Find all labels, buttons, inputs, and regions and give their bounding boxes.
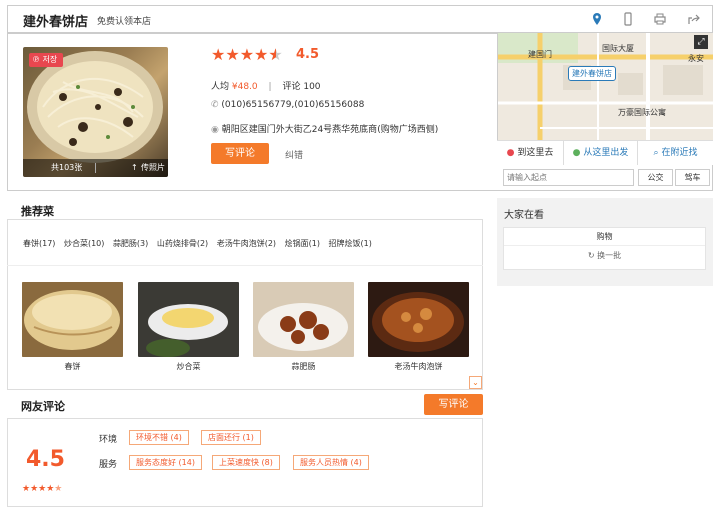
- chevron-down-icon[interactable]: ⌄: [469, 376, 482, 389]
- dish-tag[interactable]: 蒜肥肠(3): [113, 239, 148, 248]
- photo-bar: 共103张 ↑ 传照片: [23, 159, 168, 177]
- service-tag[interactable]: 服务态度好 (14): [129, 455, 202, 470]
- tab-nearby[interactable]: ⌕ 在附近找: [637, 141, 713, 165]
- service-label: 服务: [99, 460, 118, 470]
- dish-tag[interactable]: 炒合菜(10): [64, 239, 104, 248]
- phone-icon[interactable]: [621, 12, 635, 26]
- map-label: 永安: [688, 54, 704, 63]
- env-tag[interactable]: 环境不错 (4): [129, 430, 189, 445]
- dish-tag[interactable]: 山药烧排骨(2): [157, 239, 208, 248]
- save-badge[interactable]: ℗ 저장: [29, 53, 63, 67]
- address: 朝阳区建国门外大街乙24号燕华苑底商(购物广场西侧): [221, 125, 439, 135]
- photo-count[interactable]: 共103张: [51, 159, 82, 177]
- map-tabs: ● 到这里去 ● 从这里出发 ⌕ 在附近找: [497, 140, 713, 165]
- refresh-button[interactable]: ↻ 换一批: [504, 250, 705, 261]
- claim-shop-link[interactable]: 免费认领本店: [97, 14, 151, 27]
- map-label: 国际大厦: [602, 44, 634, 53]
- tab-to-here[interactable]: ● 到这里去: [497, 141, 563, 165]
- env-tag[interactable]: 店面还行 (1): [201, 430, 261, 445]
- map-label: 建国门: [528, 50, 552, 59]
- map-pin-label[interactable]: 建外春饼店: [568, 66, 616, 81]
- dish-name[interactable]: 春饼: [22, 361, 123, 372]
- price-row: 人均 ¥48.0 | 评论 100: [211, 82, 321, 92]
- address-row: ◉ 朝阳区建国门外大街乙24号燕华苑底商(购物广场西侧): [211, 122, 438, 135]
- dish-name[interactable]: 炒合菜: [138, 361, 239, 372]
- reviews-title: 网友评论: [21, 400, 65, 413]
- dish-photo[interactable]: [138, 282, 239, 357]
- dish-photo[interactable]: [253, 282, 354, 357]
- location-icon[interactable]: [590, 12, 604, 26]
- service-tag[interactable]: 上菜速度快 (8): [212, 455, 280, 470]
- correct-link[interactable]: 纠错: [285, 148, 303, 161]
- review-count[interactable]: 100: [303, 82, 320, 92]
- phone-icon: ✆: [211, 100, 219, 110]
- fullscreen-icon[interactable]: ⤢: [694, 35, 708, 49]
- dish-photo[interactable]: [368, 282, 469, 357]
- shop-name: 建外春饼店: [23, 15, 89, 30]
- search-icon: ⌕: [653, 148, 659, 158]
- header-bar: 建外春饼店 免费认领本店: [7, 5, 713, 33]
- upload-icon: ↑: [131, 163, 138, 172]
- stirfry-image: [138, 282, 239, 357]
- dish-tag[interactable]: 烩锅面(1): [285, 239, 320, 248]
- dish-tag[interactable]: 老汤牛肉泡饼(2): [217, 239, 276, 248]
- drive-button[interactable]: 驾车: [675, 169, 710, 186]
- reviews-header: 网友评论: [7, 392, 483, 416]
- dishes-title: 推荐菜: [21, 205, 54, 218]
- divider: [7, 265, 483, 266]
- dish-tag[interactable]: 春饼(17): [23, 239, 55, 248]
- refresh-icon: ↻: [587, 251, 595, 260]
- map[interactable]: 建国门 国际大厦 永安 万豪国际公寓 建外春饼店 ⤢: [497, 33, 713, 140]
- write-review-button[interactable]: 写评论: [211, 143, 269, 164]
- start-point-input[interactable]: [503, 169, 634, 186]
- service-tag[interactable]: 服务人员热情 (4): [293, 455, 369, 470]
- pancake-image: [22, 282, 123, 357]
- pin-icon: ℗: [32, 55, 40, 64]
- rating-score: 4.5: [296, 47, 320, 62]
- avg-price: ¥48.0: [231, 82, 258, 92]
- dish-tag[interactable]: 招牌烩饭(1): [329, 239, 372, 248]
- dish-photo[interactable]: [22, 282, 123, 357]
- write-review-button[interactable]: 写评论: [424, 394, 483, 415]
- review-stars: ★★★★★: [22, 484, 63, 494]
- shop-photo[interactable]: ℗ 저장 共103张 ↑ 传照片: [23, 47, 168, 177]
- share-icon[interactable]: [687, 12, 701, 26]
- beef-image: [368, 282, 469, 357]
- intestine-image: [253, 282, 354, 357]
- dish-name[interactable]: 蒜肥肠: [253, 361, 354, 372]
- upload-photo-link[interactable]: 传照片: [141, 159, 165, 177]
- phone-row: ✆ (010)65156779,(010)65156088: [211, 100, 364, 110]
- phone-number: (010)65156779,(010)65156088: [221, 100, 365, 110]
- others-card: 购物 ↻ 换一批: [503, 227, 706, 270]
- pin-icon: ●: [506, 148, 515, 158]
- others-category[interactable]: 购物: [504, 228, 705, 246]
- bus-button[interactable]: 公交: [638, 169, 673, 186]
- location-icon: ◉: [211, 125, 219, 135]
- dish-tags: 春饼(17) 炒合菜(10) 蒜肥肠(3) 山药烧排骨(2) 老汤牛肉泡饼(2)…: [23, 238, 378, 249]
- pin-icon: ●: [572, 148, 581, 158]
- dishes-header: 推荐菜: [7, 198, 483, 220]
- print-icon[interactable]: [653, 12, 667, 26]
- divider: [95, 163, 96, 173]
- others-title: 大家在看: [504, 210, 544, 221]
- map-label: 万豪国际公寓: [618, 108, 666, 117]
- rating-stars: ★★★★★ ★: [211, 45, 283, 64]
- env-label: 环境: [99, 435, 118, 445]
- review-score: 4.5: [26, 447, 65, 472]
- tab-from-here[interactable]: ● 从这里出发: [563, 141, 637, 165]
- dish-name[interactable]: 老汤牛肉泡饼: [368, 361, 469, 372]
